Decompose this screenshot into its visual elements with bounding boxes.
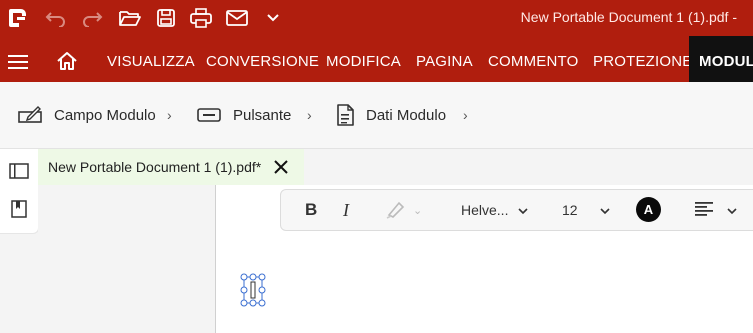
save-icon[interactable] (154, 6, 178, 30)
highlight-button[interactable]: ⌄ (385, 200, 422, 220)
menu-bar: VISUALIZZA CONVERSIONE MODIFICA PAGINA C… (0, 36, 753, 82)
ribbon: Campo Modulo › Pulsante › Dati Modulo › (0, 82, 753, 149)
document-tab[interactable]: New Portable Document 1 (1).pdf* (38, 149, 304, 185)
chevron-down-icon: ⌄ (413, 204, 423, 217)
chevron-right-icon: › (307, 107, 312, 123)
chevron-down-icon (600, 202, 610, 218)
align-left-icon (695, 201, 715, 220)
format-toolbar: B I ⌄ Helve... 12 A (280, 189, 753, 231)
email-icon[interactable] (225, 6, 249, 30)
text-color-button[interactable]: A (636, 197, 661, 222)
ribbon-form-field-label: Campo Modulo (54, 106, 156, 124)
chevron-down-icon (518, 202, 529, 218)
form-field-icon (18, 106, 42, 124)
menu-moduli-active[interactable]: MODULI (689, 36, 753, 82)
font-size-select[interactable]: 12 (562, 200, 610, 220)
panel-toggle-icon[interactable] (9, 161, 29, 181)
menu-pagina[interactable]: PAGINA (416, 36, 473, 82)
document-title: New Portable Document 1 (1).pdf - (520, 9, 737, 25)
hamburger-menu-icon[interactable] (6, 50, 30, 74)
document-tab-label: New Portable Document 1 (1).pdf* (48, 159, 262, 175)
menu-modifica[interactable]: MODIFICA (326, 36, 401, 82)
open-folder-icon[interactable] (118, 6, 142, 30)
ribbon-form-field[interactable]: Campo Modulo (18, 104, 156, 126)
app-logo-icon[interactable] (6, 6, 30, 30)
menu-protezione[interactable]: PROTEZIONE (593, 36, 693, 82)
ribbon-form-data-label: Dati Modulo (366, 106, 447, 124)
redo-icon[interactable] (80, 6, 104, 30)
button-icon (197, 107, 221, 123)
menu-visualizza[interactable]: VISUALIZZA (107, 36, 195, 82)
close-icon[interactable] (272, 158, 290, 176)
ribbon-button-label: Pulsante (233, 106, 292, 124)
ribbon-button[interactable]: Pulsante (197, 104, 291, 126)
chevron-right-icon: › (463, 107, 468, 123)
side-rail (0, 149, 39, 234)
more-chevron-icon[interactable] (261, 6, 285, 30)
left-panel (38, 185, 215, 333)
menu-commento[interactable]: COMMENTO (488, 36, 579, 82)
highlighter-icon (385, 199, 407, 222)
undo-icon[interactable] (44, 6, 68, 30)
font-name-value: Helve... (461, 202, 509, 218)
chevron-down-icon (727, 202, 737, 218)
font-name-select[interactable]: Helve... (461, 200, 529, 220)
bookmark-icon[interactable] (9, 199, 29, 219)
font-size-value: 12 (562, 202, 578, 218)
align-select[interactable] (695, 200, 737, 220)
form-data-icon (336, 104, 354, 126)
selected-form-field[interactable] (240, 273, 266, 307)
menu-conversione[interactable]: CONVERSIONE (206, 36, 319, 82)
title-bar: New Portable Document 1 (1).pdf - (0, 0, 753, 36)
ribbon-form-data[interactable]: Dati Modulo (336, 104, 446, 126)
bold-button[interactable]: B (305, 200, 317, 220)
home-icon[interactable] (55, 49, 79, 73)
italic-button[interactable]: I (343, 200, 349, 220)
print-icon[interactable] (189, 6, 213, 30)
chevron-right-icon: › (167, 107, 172, 123)
